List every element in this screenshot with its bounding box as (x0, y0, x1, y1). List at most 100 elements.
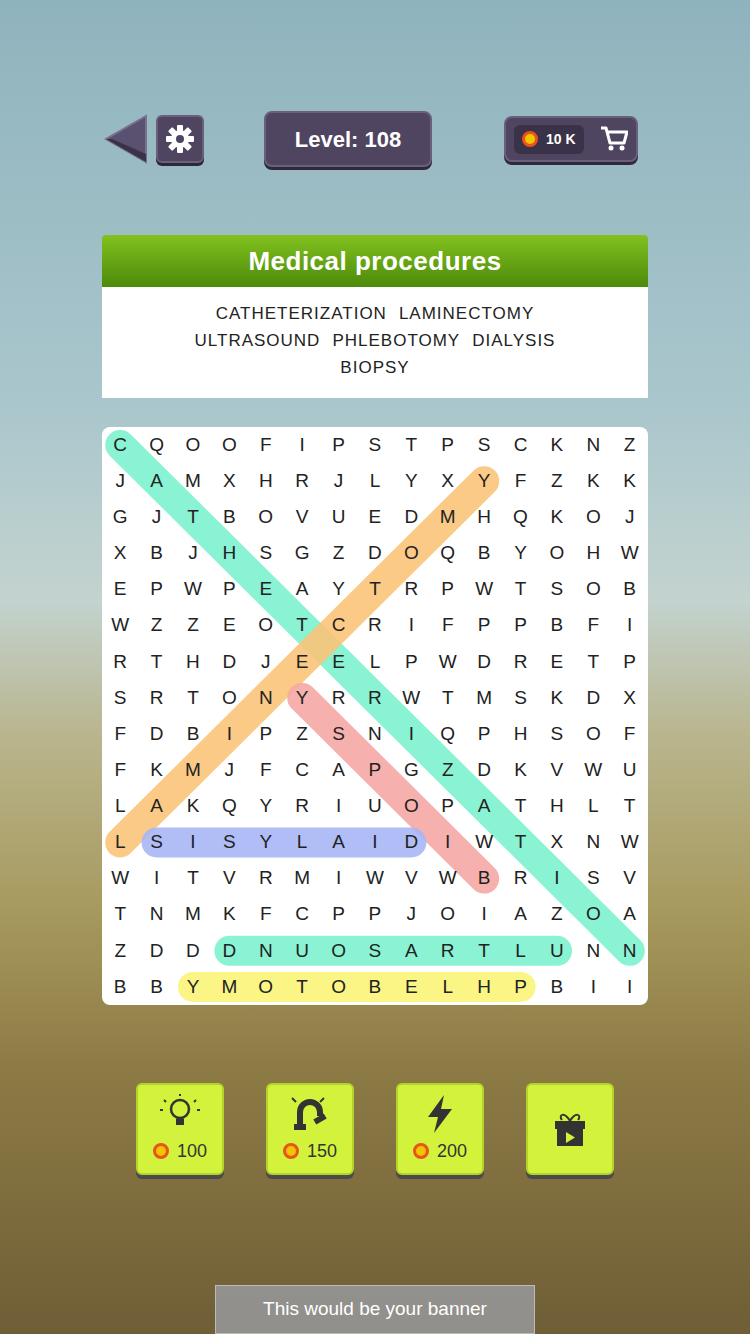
grid-letter[interactable]: J (320, 463, 356, 499)
magnet-booster-button[interactable]: 150 (266, 1083, 354, 1175)
grid-letter[interactable]: K (138, 752, 174, 788)
grid-letter[interactable]: O (320, 933, 356, 969)
grid-letter[interactable]: S (102, 680, 138, 716)
grid-letter[interactable]: V (611, 861, 647, 897)
bolt-booster-button[interactable]: 200 (396, 1083, 484, 1175)
letter-grid[interactable]: CQOOFIPSTPSCKNZJAMXHRJLYXYFZKKGJTBOVUEDM… (102, 427, 648, 1005)
grid-letter[interactable]: L (575, 788, 611, 824)
grid-letter[interactable]: P (211, 572, 247, 608)
grid-letter[interactable]: A (466, 788, 502, 824)
grid-letter[interactable]: B (175, 716, 211, 752)
grid-letter[interactable]: A (611, 897, 647, 933)
grid-letter[interactable]: A (284, 572, 320, 608)
grid-letter[interactable]: C (102, 427, 138, 463)
grid-letter[interactable]: R (248, 861, 284, 897)
grid-letter[interactable]: W (466, 572, 502, 608)
grid-letter[interactable]: S (575, 861, 611, 897)
grid-letter[interactable]: F (248, 427, 284, 463)
grid-letter[interactable]: E (357, 499, 393, 535)
grid-letter[interactable]: D (211, 644, 247, 680)
grid-letter[interactable]: R (393, 572, 429, 608)
grid-letter[interactable]: D (175, 933, 211, 969)
grid-letter[interactable]: M (211, 969, 247, 1005)
grid-letter[interactable]: O (430, 897, 466, 933)
grid-letter[interactable]: I (575, 969, 611, 1005)
grid-letter[interactable]: D (466, 644, 502, 680)
grid-letter[interactable]: O (211, 427, 247, 463)
grid-letter[interactable]: Y (393, 463, 429, 499)
grid-letter[interactable]: G (284, 535, 320, 571)
grid-letter[interactable]: I (611, 969, 647, 1005)
settings-button[interactable] (156, 115, 204, 163)
grid-letter[interactable]: I (430, 824, 466, 860)
grid-letter[interactable]: N (575, 933, 611, 969)
back-button[interactable] (104, 114, 148, 164)
grid-letter[interactable]: Q (430, 535, 466, 571)
grid-letter[interactable]: P (502, 969, 538, 1005)
grid-letter[interactable]: E (211, 608, 247, 644)
grid-letter[interactable]: Y (320, 572, 356, 608)
grid-letter[interactable]: E (320, 644, 356, 680)
grid-letter[interactable]: L (284, 824, 320, 860)
grid-letter[interactable]: B (211, 499, 247, 535)
grid-letter[interactable]: O (393, 788, 429, 824)
grid-letter[interactable]: T (611, 788, 647, 824)
grid-letter[interactable]: K (502, 752, 538, 788)
grid-letter[interactable]: P (320, 427, 356, 463)
grid-letter[interactable]: H (466, 969, 502, 1005)
grid-letter[interactable]: T (357, 572, 393, 608)
grid-letter[interactable]: D (393, 499, 429, 535)
hint-booster-button[interactable]: 100 (136, 1083, 224, 1175)
grid-letter[interactable]: R (284, 788, 320, 824)
grid-letter[interactable]: Y (466, 463, 502, 499)
grid-letter[interactable]: W (357, 861, 393, 897)
grid-letter[interactable]: A (393, 933, 429, 969)
grid-letter[interactable]: I (138, 861, 174, 897)
grid-letter[interactable]: P (466, 716, 502, 752)
grid-letter[interactable]: W (393, 680, 429, 716)
grid-letter[interactable]: R (357, 608, 393, 644)
grid-letter[interactable]: D (138, 933, 174, 969)
grid-letter[interactable]: Y (502, 535, 538, 571)
grid-letter[interactable]: K (575, 463, 611, 499)
grid-letter[interactable]: N (248, 680, 284, 716)
grid-letter[interactable]: O (175, 427, 211, 463)
grid-letter[interactable]: V (539, 752, 575, 788)
grid-letter[interactable]: K (611, 463, 647, 499)
grid-letter[interactable]: P (502, 608, 538, 644)
grid-letter[interactable]: C (320, 608, 356, 644)
grid-letter[interactable]: W (430, 861, 466, 897)
grid-letter[interactable]: P (248, 716, 284, 752)
grid-letter[interactable]: J (393, 897, 429, 933)
grid-letter[interactable]: Q (430, 716, 466, 752)
grid-letter[interactable]: T (502, 824, 538, 860)
grid-letter[interactable]: B (138, 535, 174, 571)
grid-letter[interactable]: T (393, 427, 429, 463)
grid-letter[interactable]: P (430, 788, 466, 824)
grid-letter[interactable]: A (502, 897, 538, 933)
grid-letter[interactable]: H (466, 499, 502, 535)
grid-letter[interactable]: R (430, 933, 466, 969)
grid-letter[interactable]: U (284, 933, 320, 969)
grid-letter[interactable]: N (575, 427, 611, 463)
grid-letter[interactable]: U (539, 933, 575, 969)
grid-letter[interactable]: S (539, 716, 575, 752)
grid-letter[interactable]: U (320, 499, 356, 535)
grid-letter[interactable]: M (430, 499, 466, 535)
grid-letter[interactable]: O (248, 969, 284, 1005)
grid-letter[interactable]: B (611, 572, 647, 608)
grid-letter[interactable]: N (611, 933, 647, 969)
grid-letter[interactable]: D (393, 824, 429, 860)
grid-letter[interactable]: W (575, 752, 611, 788)
grid-letter[interactable]: L (430, 969, 466, 1005)
grid-letter[interactable]: Z (611, 427, 647, 463)
grid-letter[interactable]: T (502, 788, 538, 824)
grid-letter[interactable]: H (539, 788, 575, 824)
grid-letter[interactable]: W (175, 572, 211, 608)
grid-letter[interactable]: S (466, 427, 502, 463)
grid-letter[interactable]: S (357, 427, 393, 463)
ad-banner[interactable]: This would be your banner (215, 1285, 535, 1334)
grid-letter[interactable]: T (284, 608, 320, 644)
grid-letter[interactable]: B (102, 969, 138, 1005)
grid-letter[interactable]: J (611, 499, 647, 535)
